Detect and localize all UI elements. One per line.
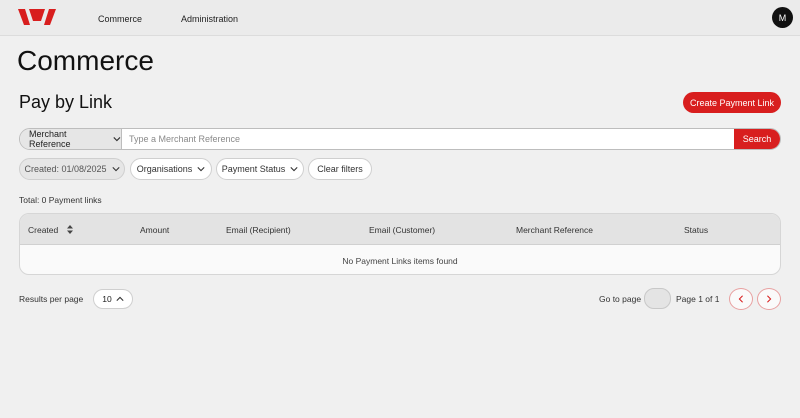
avatar[interactable]: M	[772, 7, 793, 28]
chevron-down-icon	[290, 167, 298, 172]
brand-logo-icon[interactable]	[18, 9, 56, 25]
section-title: Pay by Link	[19, 92, 113, 112]
page-info: Page 1 of 1	[676, 294, 720, 304]
sort-icon[interactable]	[66, 225, 73, 234]
go-to-page-input[interactable]	[644, 288, 671, 309]
chevron-down-icon	[197, 167, 205, 172]
previous-page-button[interactable]	[729, 288, 753, 310]
chevron-down-icon	[111, 167, 120, 172]
payment-status-filter-label: Payment Status	[221, 164, 286, 174]
chevron-down-icon	[113, 137, 121, 142]
search-bar: Merchant Reference Search	[19, 128, 781, 150]
column-created-label: Created	[28, 225, 59, 235]
page-title: Commerce	[17, 45, 154, 76]
next-page-button[interactable]	[757, 288, 781, 310]
clear-filters-button[interactable]: Clear filters	[308, 158, 372, 180]
column-email-recipient: Email (Recipient)	[226, 225, 291, 235]
column-amount: Amount	[140, 225, 170, 235]
organisations-filter-label: Organisations	[136, 164, 193, 174]
created-date-filter-label: Created: 01/08/2025	[24, 164, 107, 174]
chevron-left-icon	[738, 295, 743, 303]
column-created[interactable]: Created	[28, 225, 73, 235]
total-count: Total: 0 Payment links	[19, 195, 102, 205]
chevron-right-icon	[767, 295, 772, 303]
empty-state-message: No Payment Links items found	[342, 256, 458, 266]
create-payment-link-button[interactable]: Create Payment Link	[683, 92, 781, 113]
table-header: Created Amount Email (Recipient) Email (…	[20, 214, 780, 245]
go-to-page-label: Go to page	[599, 294, 642, 304]
payment-status-filter[interactable]: Payment Status	[216, 158, 304, 180]
results-per-page-select[interactable]: 10	[93, 289, 133, 309]
payment-links-table: Created Amount Email (Recipient) Email (…	[19, 213, 781, 275]
search-field-select-label: Merchant Reference	[29, 129, 71, 149]
column-email-customer: Email (Customer)	[369, 225, 436, 235]
top-navigation-bar: Commerce Administration M	[0, 0, 800, 36]
nav-item-administration[interactable]: Administration	[181, 14, 238, 24]
created-date-filter[interactable]: Created: 01/08/2025	[19, 158, 125, 180]
column-status: Status	[684, 225, 709, 235]
search-input[interactable]	[126, 129, 734, 149]
results-per-page-label: Results per page	[19, 294, 84, 304]
chevron-up-icon	[116, 296, 124, 301]
column-merchant-reference: Merchant Reference	[516, 225, 594, 235]
organisations-filter[interactable]: Organisations	[130, 158, 212, 180]
search-field-select[interactable]: Merchant Reference	[20, 129, 122, 149]
search-button[interactable]: Search	[734, 129, 780, 149]
results-per-page-value: 10	[102, 294, 112, 304]
nav-item-commerce[interactable]: Commerce	[98, 14, 142, 24]
